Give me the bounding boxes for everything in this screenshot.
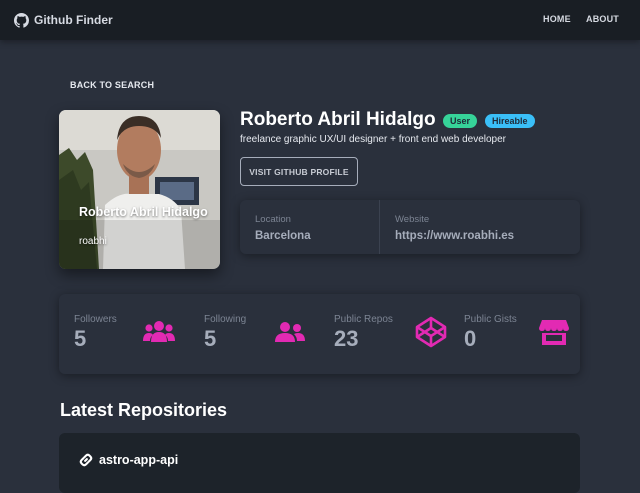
stat-label: Public Gists [464,314,517,325]
stats-card: Followers 5 Following 5 Public Repos 23 [59,294,580,374]
location-label: Location [255,214,291,225]
stat-label: Followers [74,314,117,325]
latest-repositories-title: Latest Repositories [60,400,228,420]
user-badge: User [443,114,478,128]
nav-about-link[interactable]: ABOUT [586,14,619,24]
user-name: Roberto Abril Hidalgo [240,109,436,130]
stat-label: Following [204,314,247,325]
link-icon [79,453,93,467]
app-title: Github Finder [34,13,113,27]
stat-followers: Followers 5 [59,294,189,374]
avatar-card: Roberto Abril Hidalgo roabhi [59,110,220,269]
location-info: Location Barcelona [240,200,379,254]
avatar-name: Roberto Abril Hidalgo [79,205,208,219]
stat-public-repos: Public Repos 23 [319,294,449,374]
visit-github-profile-button[interactable]: VISIT GITHUB PROFILE [240,157,358,186]
nav-home-link[interactable]: HOME [543,14,571,24]
repo-card: astro-app-api [59,433,580,493]
users-icon [143,321,175,342]
stat-following: Following 5 [189,294,319,374]
stat-value: 5 [74,326,87,351]
location-value: Barcelona [255,230,311,242]
stat-label: Public Repos [334,314,393,325]
repo-name[interactable]: astro-app-api [99,453,178,467]
user-bio: freelance graphic UX/UI designer + front… [240,134,506,145]
stat-value: 23 [334,326,359,351]
back-to-search-button[interactable]: BACK TO SEARCH [70,80,154,90]
user-friends-icon [275,322,305,342]
hireable-badge: Hireable [485,114,535,128]
stat-value: 5 [204,326,217,351]
navbar: Github Finder HOME ABOUT [0,0,640,40]
store-icon [539,320,569,345]
avatar-login: roabhi [79,236,107,247]
brand-link[interactable]: Github Finder [14,11,113,29]
stat-value: 0 [464,326,477,351]
codepen-icon [415,316,447,348]
info-card: Location Barcelona Website https://www.r… [240,200,580,254]
website-link[interactable]: https://www.roabhi.es [395,230,514,242]
website-label: Website [395,214,430,225]
stat-public-gists: Public Gists 0 [449,294,579,374]
github-icon [14,12,29,28]
repo-item[interactable]: astro-app-api [79,453,178,467]
website-info: Website https://www.roabhi.es [380,200,580,254]
